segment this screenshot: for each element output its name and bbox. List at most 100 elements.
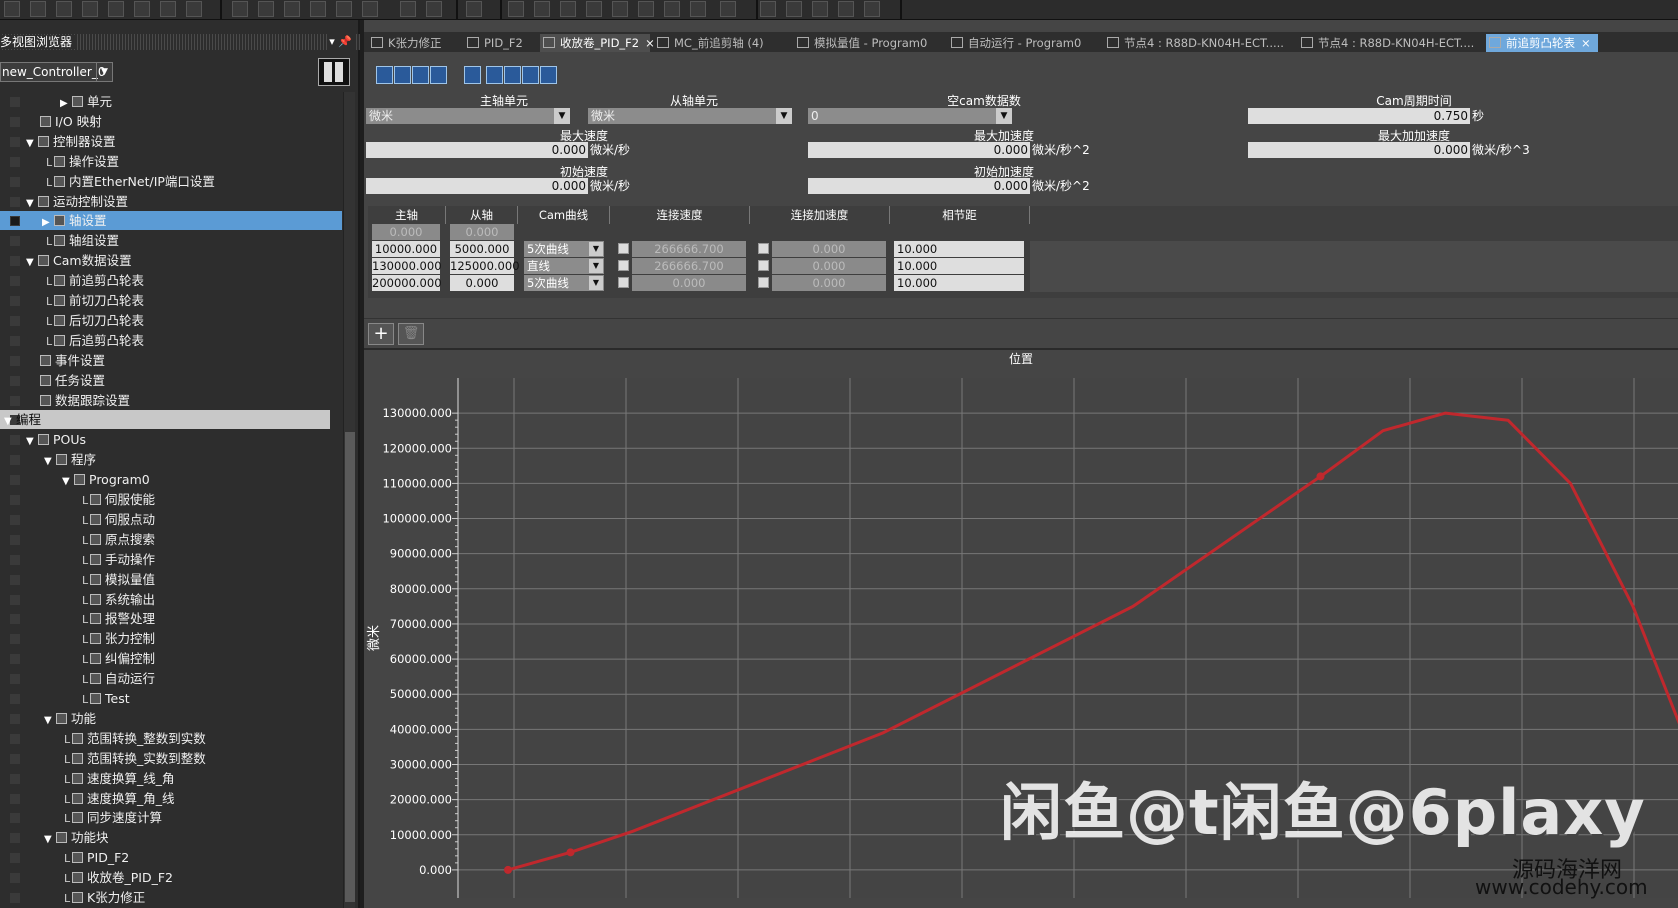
toolbar-button-5[interactable] [134, 1, 150, 17]
cam-tool-button-3[interactable] [430, 66, 447, 84]
tree-item[interactable]: L 范围转换_整数到实数 [0, 729, 342, 748]
scrollbar-thumb[interactable] [345, 432, 355, 902]
tree-item[interactable]: L Test [0, 689, 342, 708]
tree-item[interactable]: ▶ 轴设置 [0, 211, 342, 230]
tree-item[interactable]: I/O 映射 [0, 112, 342, 131]
tree-item[interactable]: ▼ 功能 [0, 709, 342, 728]
toolbar-button-16[interactable] [466, 1, 482, 17]
tree-item[interactable]: ▼ 编程 [0, 410, 330, 429]
toolbar-button-1[interactable] [30, 1, 46, 17]
expand-down-icon[interactable]: ▼ [44, 830, 56, 849]
master-cell[interactable]: 130000.000 [372, 258, 442, 274]
toolbar-button-20[interactable] [586, 1, 602, 17]
cam-period-input[interactable]: 0.750 [1248, 108, 1470, 124]
pin-icon[interactable]: ▾ 📌 [329, 34, 356, 50]
slave-cell[interactable]: 5000.000 [450, 241, 514, 257]
chevron-down-icon[interactable]: ▼ [589, 259, 603, 273]
tree-item[interactable]: L 速度换算_线_角 [0, 769, 342, 788]
toolbar-button-26[interactable] [760, 1, 776, 17]
connect-acc-checkbox[interactable] [758, 277, 769, 288]
tree-item[interactable]: ▶ 单元 [0, 92, 342, 111]
cam-tool-button-5[interactable] [486, 66, 503, 84]
toolbar-button-29[interactable] [838, 1, 854, 17]
master-unit-select[interactable]: 微米 ▼ [366, 108, 570, 124]
tree-item[interactable]: L 内置EtherNet/IP端口设置 [0, 172, 342, 191]
connect-vel-checkbox[interactable] [618, 260, 629, 271]
cam-tool-button-7[interactable] [522, 66, 539, 84]
toolbar-button-6[interactable] [160, 1, 176, 17]
cam-tool-button-1[interactable] [394, 66, 411, 84]
connect-vel-checkbox[interactable] [618, 277, 629, 288]
expand-down-icon[interactable]: ▼ [26, 432, 38, 451]
curve-select[interactable]: 5次曲线 ▼ [524, 241, 604, 257]
tree-item[interactable]: ▼ 运动控制设置 [0, 192, 342, 211]
tree-item[interactable]: L 伺服使能 [0, 490, 342, 509]
tree-item[interactable]: L 手动操作 [0, 550, 342, 569]
chevron-down-icon[interactable]: ▼ [776, 108, 792, 124]
toolbar-button-2[interactable] [56, 1, 72, 17]
tree-item[interactable]: L 操作设置 [0, 152, 342, 171]
toolbar-button-30[interactable] [864, 1, 880, 17]
expand-down-icon[interactable]: ▼ [26, 253, 38, 272]
toolbar-button-7[interactable] [186, 1, 202, 17]
expand-down-icon[interactable]: ▼ [44, 452, 56, 471]
toolbar-button-25[interactable] [720, 1, 736, 17]
toolbar-button-23[interactable] [664, 1, 680, 17]
toolbar-button-17[interactable] [508, 1, 524, 17]
chevron-down-icon[interactable]: ▼ [96, 63, 112, 81]
tree-item[interactable]: L 报警处理 [0, 609, 342, 628]
toolbar-button-21[interactable] [612, 1, 628, 17]
chevron-down-icon[interactable]: ▼ [996, 108, 1012, 124]
toolbar-button-11[interactable] [310, 1, 326, 17]
empty-cam-select[interactable]: 0 ▼ [808, 108, 1012, 124]
max-jerk-input[interactable]: 0.000 [1248, 142, 1470, 158]
expand-down-icon[interactable]: ▼ [26, 134, 38, 153]
controller-select[interactable]: new_Controller_0 ▼ [0, 62, 113, 82]
editor-tab[interactable]: PID_F2 [464, 34, 538, 52]
chevron-down-icon[interactable]: ▼ [589, 242, 603, 256]
tree-item[interactable]: ▼ 程序 [0, 450, 342, 469]
editor-tab[interactable]: 收放卷_PID_F2 × [540, 34, 655, 52]
tree-item[interactable]: L 前追剪凸轮表 [0, 271, 342, 290]
expand-down-icon[interactable]: ▼ [62, 472, 74, 491]
tree-item[interactable]: ▼ Program0 [0, 470, 342, 489]
editor-tab[interactable]: K张力修正 [368, 34, 460, 52]
tree-item[interactable]: L 张力控制 [0, 629, 342, 648]
tree-item[interactable]: L K张力修正 [0, 888, 342, 907]
editor-tab[interactable]: 前追剪凸轮表 × [1486, 34, 1598, 52]
max-acc-input[interactable]: 0.000 [808, 142, 1030, 158]
init-acc-input[interactable]: 0.000 [808, 178, 1030, 194]
delete-row-button[interactable]: 🗑 [398, 323, 424, 345]
expand-right-icon[interactable]: ▶ [42, 213, 54, 232]
tree-item[interactable]: L 同步速度计算 [0, 808, 342, 827]
tree-item[interactable]: L 系统输出 [0, 590, 342, 609]
expand-down-icon[interactable]: ▼ [4, 412, 16, 431]
chevron-down-icon[interactable]: ▼ [554, 108, 570, 124]
tree-item[interactable]: L 收放卷_PID_F2 [0, 868, 342, 887]
tree-item[interactable]: L 自动运行 [0, 669, 342, 688]
tree-item[interactable]: L 速度换算_角_线 [0, 789, 342, 808]
toolbar-button-18[interactable] [534, 1, 550, 17]
connect-acc-checkbox[interactable] [758, 243, 769, 254]
expand-down-icon[interactable]: ▼ [44, 711, 56, 730]
tree-item[interactable]: L 伺服点动 [0, 510, 342, 529]
tree-scrollbar[interactable] [343, 92, 355, 908]
chevron-down-icon[interactable]: ▼ [589, 276, 603, 290]
toolbar-button-14[interactable] [400, 1, 416, 17]
slave-unit-select[interactable]: 微米 ▼ [588, 108, 792, 124]
master-cell[interactable]: 200000.000 [372, 275, 442, 291]
editor-tab[interactable]: 自动运行 - Program0 [948, 34, 1092, 52]
expand-right-icon[interactable]: ▶ [60, 94, 72, 113]
tree-item[interactable]: 任务设置 [0, 371, 342, 390]
tree-item[interactable]: L 纠偏控制 [0, 649, 342, 668]
curve-select[interactable]: 5次曲线 ▼ [524, 275, 604, 291]
pause-toggle-button[interactable] [318, 58, 350, 86]
tree-item[interactable]: 数据跟踪设置 [0, 391, 342, 410]
slave-cell[interactable]: 0.000 [450, 275, 514, 291]
tree-item[interactable]: L 轴组设置 [0, 231, 342, 250]
toolbar-button-15[interactable] [426, 1, 442, 17]
cam-tool-button-2[interactable] [412, 66, 429, 84]
toolbar-button-8[interactable] [232, 1, 248, 17]
tree-item[interactable]: ▼ 功能块 [0, 828, 342, 847]
toolbar-button-4[interactable] [108, 1, 124, 17]
